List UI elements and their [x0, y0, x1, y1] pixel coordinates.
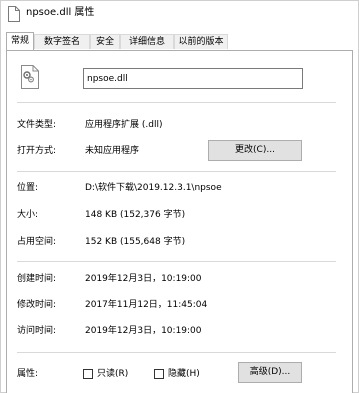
- accessed-value: 2019年12月3日，10:19:00: [85, 326, 202, 336]
- size-value: 148 KB (152,376 字节): [85, 210, 186, 220]
- checkbox-box[interactable]: [154, 369, 164, 379]
- advanced-button[interactable]: 高级(D)...: [238, 362, 302, 383]
- location-label: 位置:: [17, 183, 39, 193]
- tab-strip: 常规 数字签名 安全 详细信息 以前的版本: [6, 32, 352, 50]
- size-label: 大小:: [17, 210, 39, 220]
- file-type-label: 文件类型:: [17, 120, 57, 130]
- hidden-label: 隐藏(H): [168, 369, 200, 379]
- hidden-checkbox[interactable]: 隐藏(H): [154, 368, 200, 380]
- tab-security[interactable]: 安全: [90, 34, 120, 49]
- location-value: D:\软件下载\2019.12.3.1\npsoe: [85, 183, 222, 193]
- separator: [17, 352, 336, 353]
- tab-details[interactable]: 详细信息: [120, 34, 174, 49]
- size-on-disk-label: 占用空间:: [17, 237, 57, 247]
- readonly-label: 只读(R): [97, 369, 129, 379]
- modified-value: 2017年11月12日，11:45:04: [85, 300, 208, 310]
- accessed-label: 访问时间:: [17, 326, 57, 336]
- window-title: npsoe.dll 属性: [26, 7, 95, 18]
- change-button[interactable]: 更改(C)...: [208, 140, 302, 161]
- title-bar[interactable]: npsoe.dll 属性: [1, 1, 358, 27]
- separator: [17, 102, 336, 103]
- opens-with-value: 未知应用程序: [85, 146, 140, 156]
- tab-general[interactable]: 常规: [6, 32, 34, 50]
- properties-dialog: npsoe.dll 属性 常规 数字签名 安全 详细信息 以前的版本 文件类型:…: [0, 0, 359, 393]
- checkbox-box[interactable]: [83, 369, 93, 379]
- attributes-label: 属性:: [17, 369, 39, 379]
- created-label: 创建时间:: [17, 274, 57, 284]
- created-value: 2019年12月3日，10:19:00: [85, 274, 202, 284]
- dll-file-gear-icon: [21, 65, 39, 89]
- readonly-checkbox[interactable]: 只读(R): [83, 368, 128, 380]
- document-icon: [8, 6, 20, 22]
- file-type-value: 应用程序扩展 (.dll): [85, 120, 163, 130]
- tab-digital-signatures[interactable]: 数字签名: [34, 34, 90, 49]
- size-on-disk-value: 152 KB (155,648 字节): [85, 237, 186, 247]
- filename-field[interactable]: [83, 68, 303, 89]
- modified-label: 修改时间:: [17, 300, 57, 310]
- separator: [17, 171, 336, 172]
- tab-previous-versions[interactable]: 以前的版本: [174, 34, 228, 49]
- separator: [17, 261, 336, 262]
- opens-with-label: 打开方式:: [17, 146, 57, 156]
